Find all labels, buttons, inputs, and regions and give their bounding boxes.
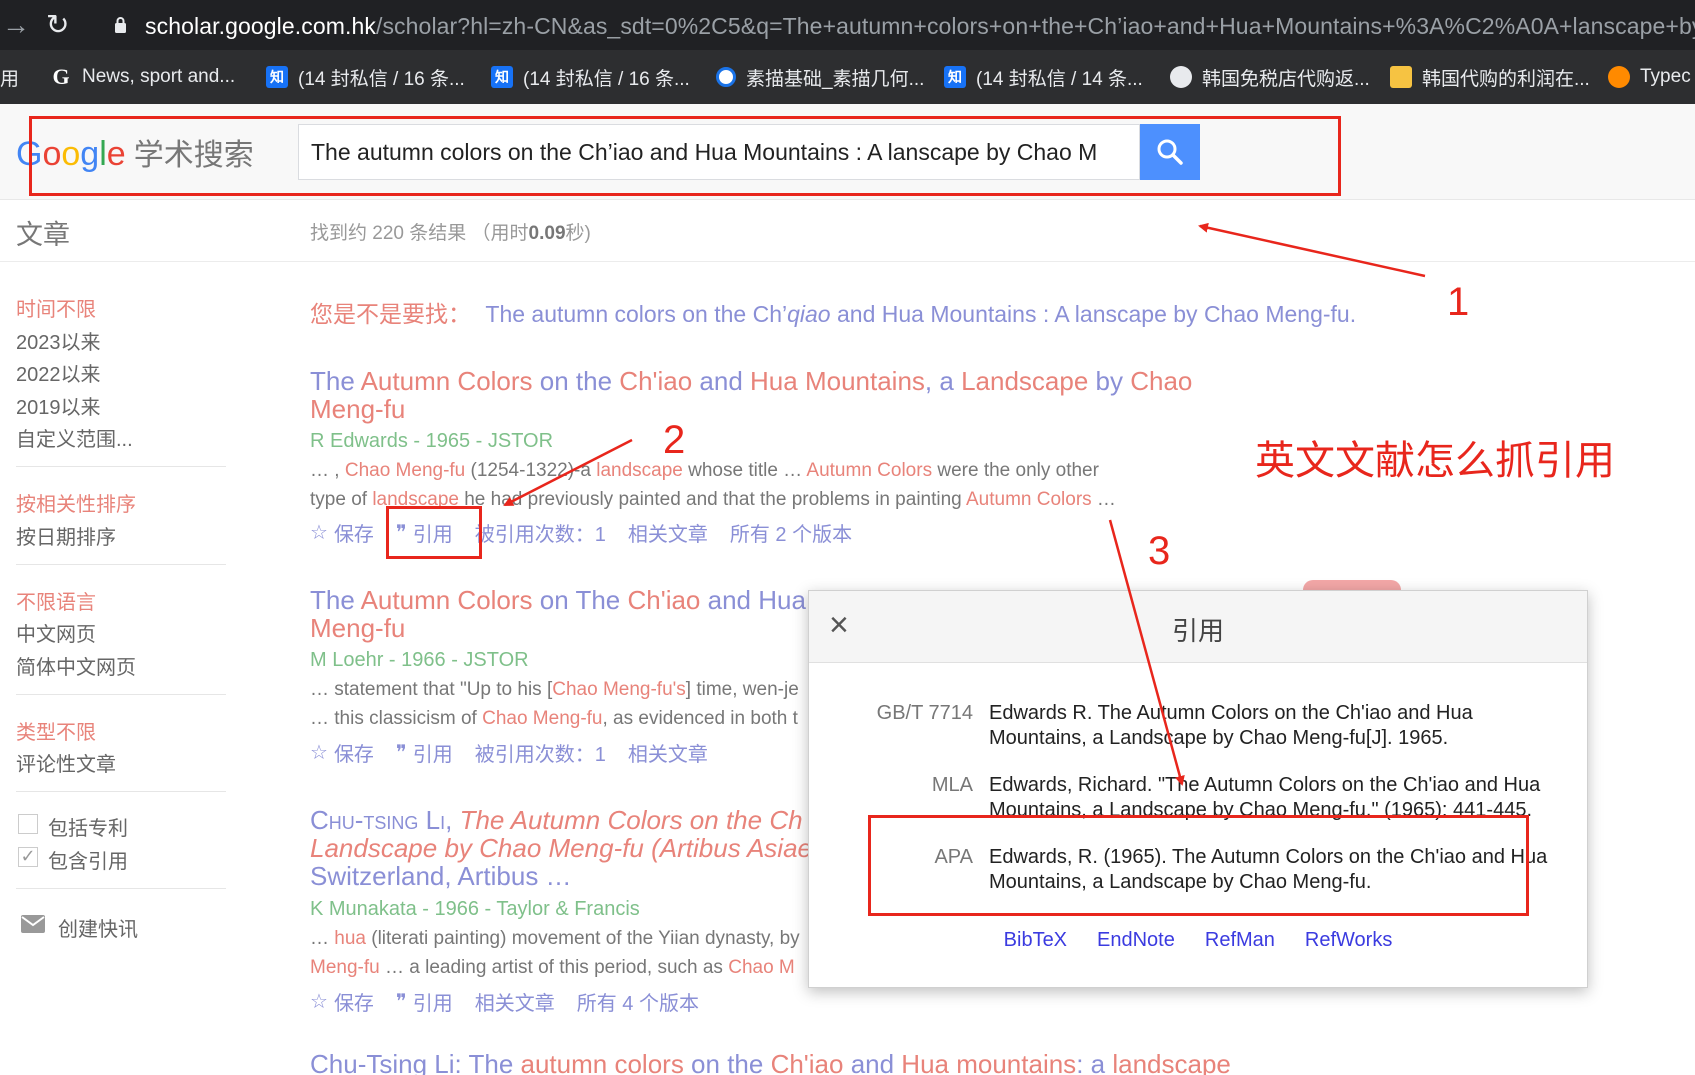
annotation-arrow-1 (1198, 222, 1426, 278)
annotation-arrow-2 (503, 438, 633, 507)
annotation-arrow-3 (1108, 519, 1185, 786)
annotation-arrows (503, 222, 1426, 786)
